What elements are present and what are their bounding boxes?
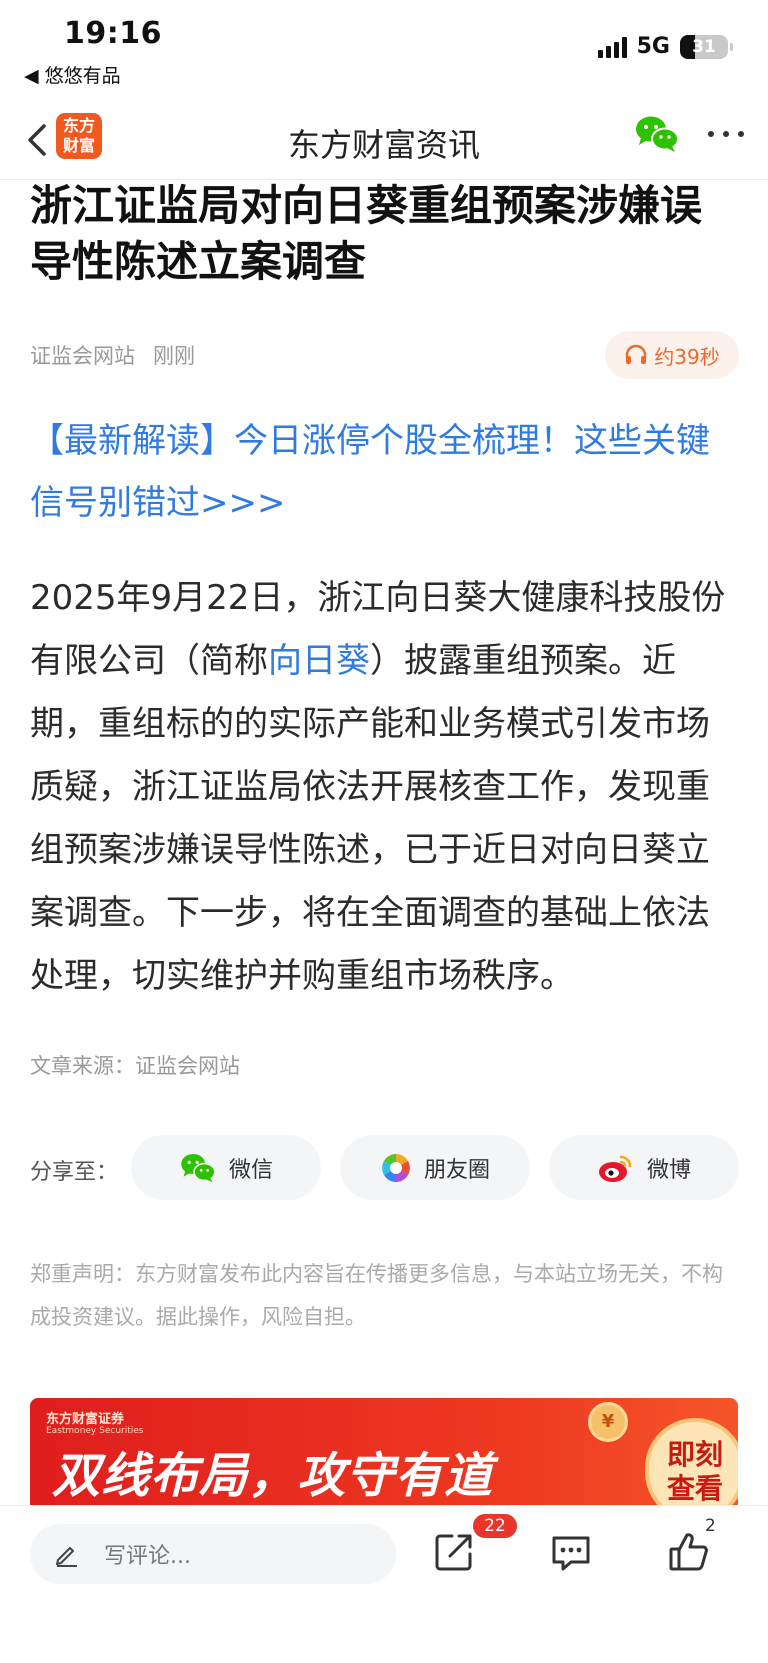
comment-placeholder: 写评论... — [104, 1544, 191, 1569]
banner-slogan: 双线布局，攻守有道 — [52, 1448, 494, 1504]
nav-bar: 东方 财富 东方财富资讯 — [0, 100, 768, 180]
banner-brand-en: Eastmoney Securities — [46, 1426, 144, 1436]
share-wechat-label: 微信 — [228, 1157, 273, 1183]
status-bar: 19:16 ◀ 悠悠有品 5G 31 — [0, 0, 768, 100]
article-body: 2025年9月22日，浙江向日葵大健康科技股份有限公司（简称向日葵）披露重组预案… — [30, 567, 740, 1008]
wechat-icon — [636, 116, 679, 152]
article-source: 文章来源：证监会网站 — [30, 1054, 240, 1078]
battery-level: 31 — [692, 36, 716, 57]
article-headline: 浙江证监局对向日葵重组预案涉嫌误导性陈述立案调查 — [30, 181, 703, 286]
listen-audio-button[interactable]: 约39秒 — [605, 331, 739, 379]
banner-cta-line-2: 查看 — [666, 1472, 723, 1505]
coin-icon: ¥ — [588, 1402, 628, 1442]
ad-banner[interactable]: 东方财富证券 Eastmoney Securities 双线布局，攻守有道 ¥ … — [30, 1398, 738, 1508]
pencil-icon — [56, 1547, 77, 1567]
disclaimer-title: 郑重声明： — [30, 1262, 135, 1286]
article-time: 刚刚 — [153, 344, 195, 368]
banner-cta-button[interactable]: 即刻 查看 — [645, 1418, 738, 1508]
banner-cta-line-1: 即刻 — [666, 1438, 723, 1471]
bottom-action-bar: 写评论... 22 2 — [0, 1505, 768, 1663]
banner-brand: 东方财富证券 — [46, 1412, 125, 1427]
share-arrow-icon — [435, 1534, 472, 1571]
wechat-icon — [181, 1153, 216, 1182]
thumbs-up-icon — [669, 1533, 708, 1571]
more-dot-icon — [708, 131, 714, 137]
share-wechat-button[interactable]: 微信 — [131, 1135, 321, 1200]
share-count-badge: 22 — [473, 1514, 517, 1538]
moments-aperture-icon — [382, 1153, 410, 1182]
comment-bubble-icon — [552, 1536, 590, 1571]
cellular-signal-icon — [597, 36, 627, 58]
status-indicators: 5G 31 — [597, 34, 733, 59]
share-weibo-button[interactable]: 微博 — [549, 1135, 739, 1200]
article-source-name: 证监会网站 — [30, 344, 135, 368]
share-label: 分享至： — [30, 1160, 119, 1185]
share-moments-button[interactable]: 朋友圈 — [340, 1135, 530, 1200]
more-dot-icon — [738, 131, 744, 137]
disclaimer: 郑重声明：东方财富发布此内容旨在传播更多信息，与本站立场无关，不构成投资建议。据… — [30, 1253, 740, 1339]
more-options-button[interactable] — [708, 126, 744, 142]
comments-button[interactable] — [549, 1530, 593, 1574]
stock-link[interactable]: 向日葵 — [268, 641, 370, 681]
share-weibo-label: 微博 — [646, 1157, 691, 1183]
back-to-app-link[interactable]: ◀ 悠悠有品 — [24, 61, 121, 88]
network-type: 5G — [636, 34, 670, 59]
headphones-icon — [626, 344, 647, 364]
wechat-share-button[interactable] — [634, 114, 680, 154]
weibo-icon — [598, 1155, 632, 1182]
article-meta: 证监会网站 刚刚 — [30, 340, 195, 370]
share-moments-label: 朋友圈 — [423, 1157, 490, 1183]
more-dot-icon — [723, 131, 729, 137]
battery-icon: 31 — [680, 34, 733, 59]
like-count: 2 — [705, 1516, 716, 1536]
comment-input[interactable]: 写评论... — [30, 1524, 396, 1584]
promo-link[interactable]: 【最新解读】今日涨停个股全梳理！这些关键信号别错过>>> — [30, 410, 742, 534]
body-text-part-2: ）披露重组预案。近期，重组标的的实际产能和业务模式引发市场质疑，浙江证监局依法开… — [30, 641, 710, 996]
status-time: 19:16 — [64, 16, 162, 51]
share-button[interactable] — [432, 1530, 476, 1574]
audio-duration: 约39秒 — [654, 344, 720, 369]
like-button[interactable] — [667, 1530, 711, 1574]
